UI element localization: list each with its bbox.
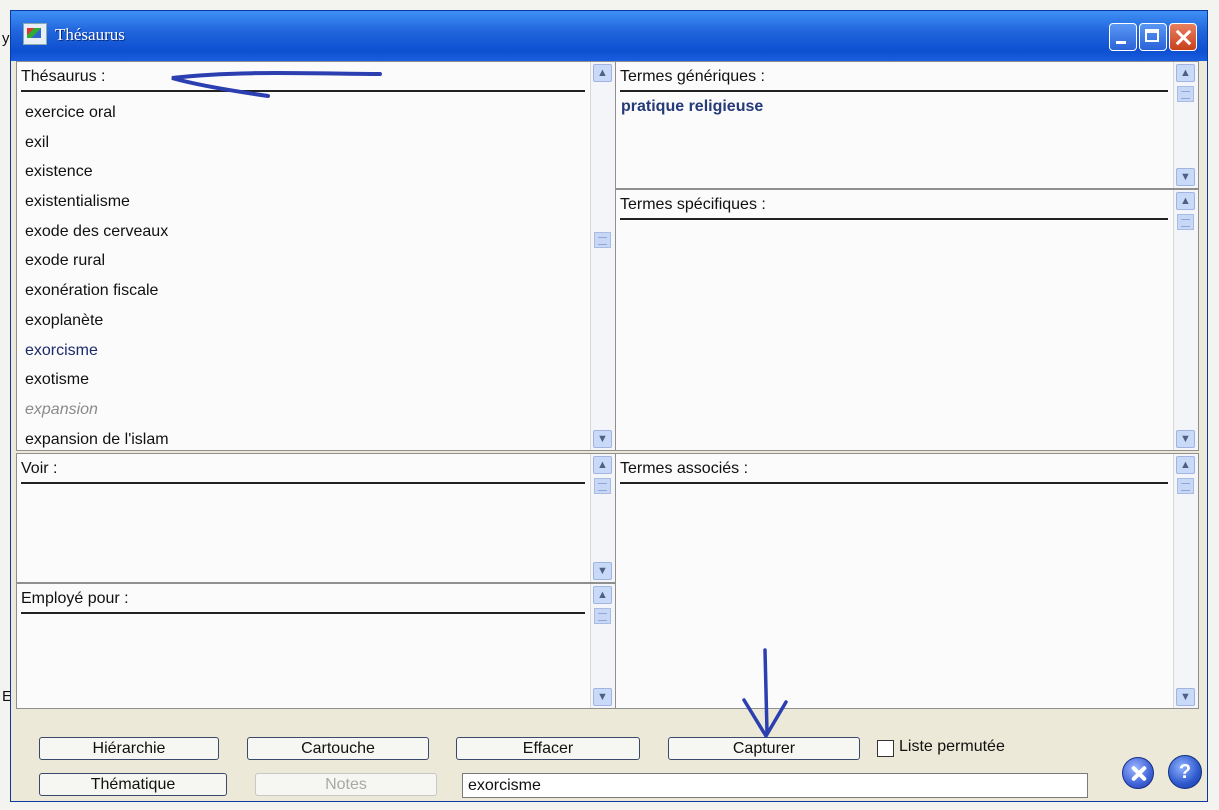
background-fragment: y — [2, 30, 10, 47]
thesaurus-term-item[interactable]: expansion — [25, 395, 169, 425]
window-title: Thésaurus — [55, 25, 125, 44]
voir-pane: Voir : ▲ ▼ — [16, 453, 616, 583]
termes-generiques-pane: Termes génériques : pratique religieuse … — [615, 61, 1199, 189]
thesaurus-header: Thésaurus : — [21, 68, 585, 92]
scroll-up-icon[interactable]: ▲ — [1176, 456, 1195, 474]
voir-scrollbar[interactable]: ▲ ▼ — [590, 454, 615, 582]
scroll-up-icon[interactable]: ▲ — [593, 456, 612, 474]
scroll-thumb[interactable] — [1177, 86, 1194, 102]
scroll-thumb[interactable] — [594, 478, 611, 494]
maximize-button[interactable] — [1139, 23, 1167, 51]
employe-pour-scrollbar[interactable]: ▲ ▼ — [590, 584, 615, 708]
thesaurus-term-list: exercice oral exil existence existentialism… — [25, 98, 169, 450]
notes-button[interactable]: Notes — [255, 773, 437, 796]
thesaurus-term-item[interactable]: exode des cerveaux — [25, 217, 169, 247]
scroll-down-icon[interactable]: ▼ — [593, 688, 612, 706]
scroll-thumb[interactable] — [594, 232, 611, 248]
thesaurus-term-item[interactable]: exorcisme — [25, 336, 169, 366]
title-bar[interactable]: Thésaurus — [11, 11, 1207, 61]
thesaurus-term-item[interactable]: exonération fiscale — [25, 276, 169, 306]
scroll-up-icon[interactable]: ▲ — [593, 64, 612, 82]
thesaurus-window: Thésaurus Thésaurus : exercice oral exil e… — [10, 10, 1208, 802]
employe-pour-header: Employé pour : — [21, 590, 585, 614]
cancel-x-icon[interactable] — [1122, 757, 1154, 789]
scroll-down-icon[interactable]: ▼ — [1176, 168, 1195, 186]
help-icon[interactable]: ? — [1168, 755, 1202, 789]
scroll-thumb[interactable] — [1177, 214, 1194, 230]
thesaurus-scrollbar[interactable]: ▲ ▼ — [590, 62, 615, 450]
capturer-button[interactable]: Capturer — [668, 737, 860, 760]
scroll-down-icon[interactable]: ▼ — [593, 430, 612, 448]
scroll-up-icon[interactable]: ▲ — [593, 586, 612, 604]
close-window-button[interactable] — [1169, 23, 1197, 51]
associes-scrollbar[interactable]: ▲ ▼ — [1173, 454, 1198, 708]
term-search-input[interactable]: exorcisme — [462, 773, 1088, 798]
voir-header: Voir : — [21, 460, 585, 484]
minimize-button[interactable] — [1109, 23, 1137, 51]
thesaurus-app-icon — [23, 23, 47, 45]
scroll-up-icon[interactable]: ▲ — [1176, 64, 1195, 82]
scroll-up-icon[interactable]: ▲ — [1176, 192, 1195, 210]
liste-permutee-label[interactable]: Liste permutée — [899, 738, 1005, 756]
thesaurus-term-item[interactable]: exil — [25, 128, 169, 158]
thesaurus-term-item[interactable]: exoplanète — [25, 306, 169, 336]
thesaurus-list-pane: Thésaurus : exercice oral exil existence ex… — [16, 61, 616, 451]
generic-term-item[interactable]: pratique religieuse — [621, 98, 763, 116]
scroll-thumb[interactable] — [1177, 478, 1194, 494]
thesaurus-term-item[interactable]: existence — [25, 157, 169, 187]
termes-associes-header: Termes associés : — [620, 460, 1168, 484]
hierarchie-button[interactable]: Hiérarchie — [39, 737, 219, 760]
scroll-down-icon[interactable]: ▼ — [593, 562, 612, 580]
termes-specifiques-pane: Termes spécifiques : ▲ ▼ — [615, 189, 1199, 451]
employe-pour-pane: Employé pour : ▲ ▼ — [16, 583, 616, 709]
liste-permutee-checkbox[interactable] — [877, 740, 894, 757]
effacer-button[interactable]: Effacer — [456, 737, 640, 760]
thesaurus-term-item[interactable]: existentialisme — [25, 187, 169, 217]
termes-generiques-header: Termes génériques : — [620, 68, 1168, 92]
termes-specifiques-header: Termes spécifiques : — [620, 196, 1168, 220]
thesaurus-term-item[interactable]: exotisme — [25, 365, 169, 395]
thematique-button[interactable]: Thématique — [39, 773, 227, 796]
scroll-down-icon[interactable]: ▼ — [1176, 688, 1195, 706]
generiques-scrollbar[interactable]: ▲ ▼ — [1173, 62, 1198, 188]
bottom-toolbar: Hiérarchie Cartouche Effacer Capturer Li… — [19, 721, 1202, 798]
thesaurus-term-item[interactable]: expansion de l'islam — [25, 425, 169, 450]
scroll-thumb[interactable] — [594, 608, 611, 624]
thesaurus-term-item[interactable]: exode rural — [25, 246, 169, 276]
specifiques-scrollbar[interactable]: ▲ ▼ — [1173, 190, 1198, 450]
scroll-down-icon[interactable]: ▼ — [1176, 430, 1195, 448]
cartouche-button[interactable]: Cartouche — [247, 737, 429, 760]
termes-associes-pane: Termes associés : ▲ ▼ — [615, 453, 1199, 709]
thesaurus-term-item[interactable]: exercice oral — [25, 98, 169, 128]
